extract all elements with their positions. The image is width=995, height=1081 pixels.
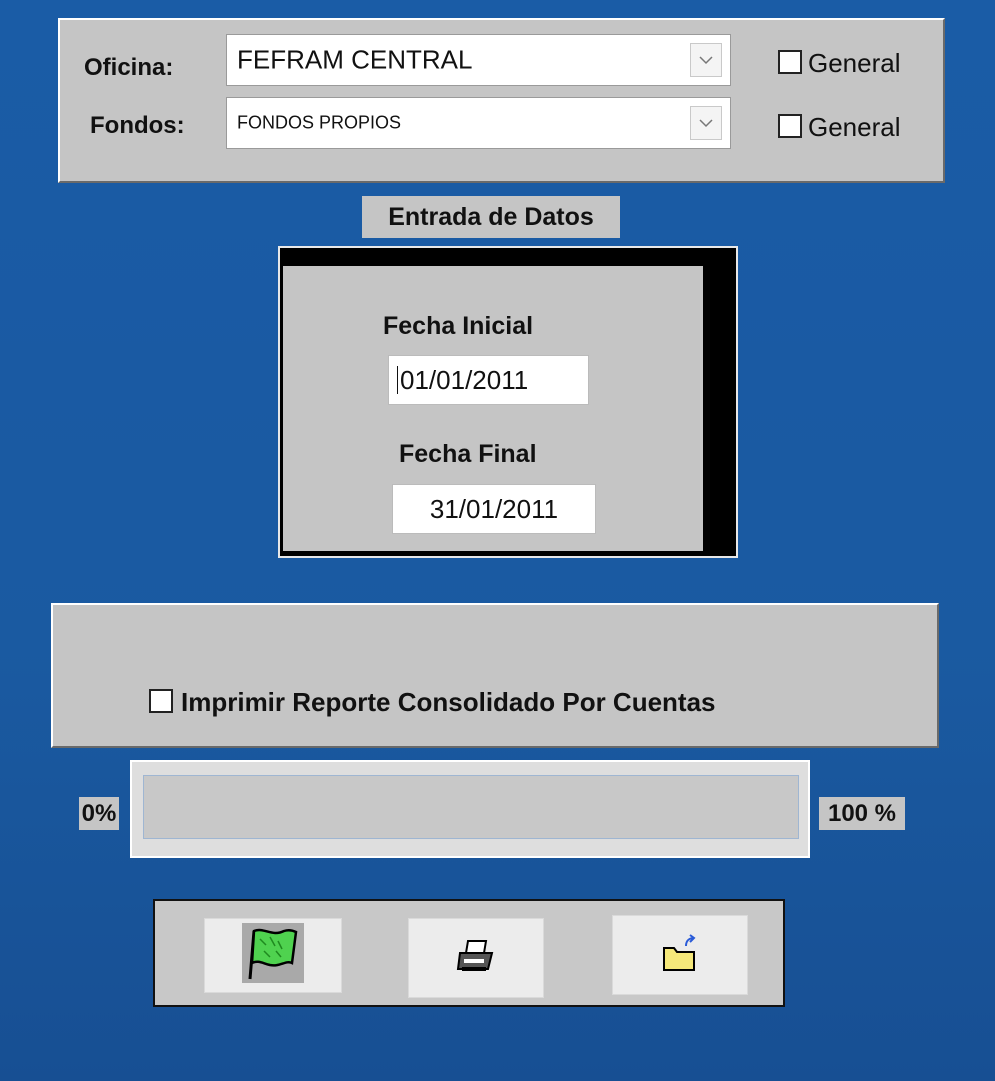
options-panel: Imprimir Reporte Consolidado Por Cuentas xyxy=(51,603,939,748)
fondos-value: FONDOS PROPIOS xyxy=(237,112,402,133)
fondos-general-label: General xyxy=(808,112,901,142)
folder-exit-icon xyxy=(660,933,700,977)
text-cursor xyxy=(397,366,398,394)
progress-bar xyxy=(143,775,799,839)
oficina-general-label: General xyxy=(808,48,901,78)
progress-min-label: 0% xyxy=(79,797,119,830)
progress-max-label: 100 % xyxy=(819,797,905,830)
fecha-final-input[interactable]: 31/01/2011 xyxy=(392,484,596,534)
oficina-label: Oficina: xyxy=(84,54,174,81)
entrada-datos-title: Entrada de Datos xyxy=(362,196,620,238)
fecha-final-label: Fecha Final xyxy=(399,440,537,468)
chevron-down-icon[interactable] xyxy=(690,43,722,77)
fecha-final-value: 31/01/2011 xyxy=(429,493,559,524)
chevron-down-icon[interactable] xyxy=(690,106,722,140)
oficina-general-checkbox[interactable] xyxy=(778,50,802,74)
print-button[interactable] xyxy=(408,918,544,998)
date-panel: Fecha Inicial 01/01/2011 Fecha Final 31/… xyxy=(283,266,703,551)
oficina-select[interactable]: FEFRAM CENTRAL xyxy=(226,34,731,86)
execute-button[interactable] xyxy=(204,918,342,993)
fecha-inicial-input[interactable]: 01/01/2011 xyxy=(388,355,589,405)
exit-button[interactable] xyxy=(612,915,748,995)
consolidado-checkbox[interactable] xyxy=(149,689,173,713)
printer-icon xyxy=(456,939,496,978)
fondos-select[interactable]: FONDOS PROPIOS xyxy=(226,97,731,149)
fecha-inicial-value: 01/01/2011 xyxy=(400,364,529,395)
flag-icon xyxy=(242,923,304,988)
filter-panel: Oficina: FEFRAM CENTRAL General Fondos: … xyxy=(58,18,945,183)
fondos-label: Fondos: xyxy=(90,112,185,139)
oficina-value: FEFRAM CENTRAL xyxy=(237,44,473,75)
fecha-inicial-label: Fecha Inicial xyxy=(383,312,534,340)
consolidado-label: Imprimir Reporte Consolidado Por Cuentas xyxy=(181,687,716,717)
toolbar xyxy=(153,899,785,1007)
fondos-general-checkbox[interactable] xyxy=(778,114,802,138)
